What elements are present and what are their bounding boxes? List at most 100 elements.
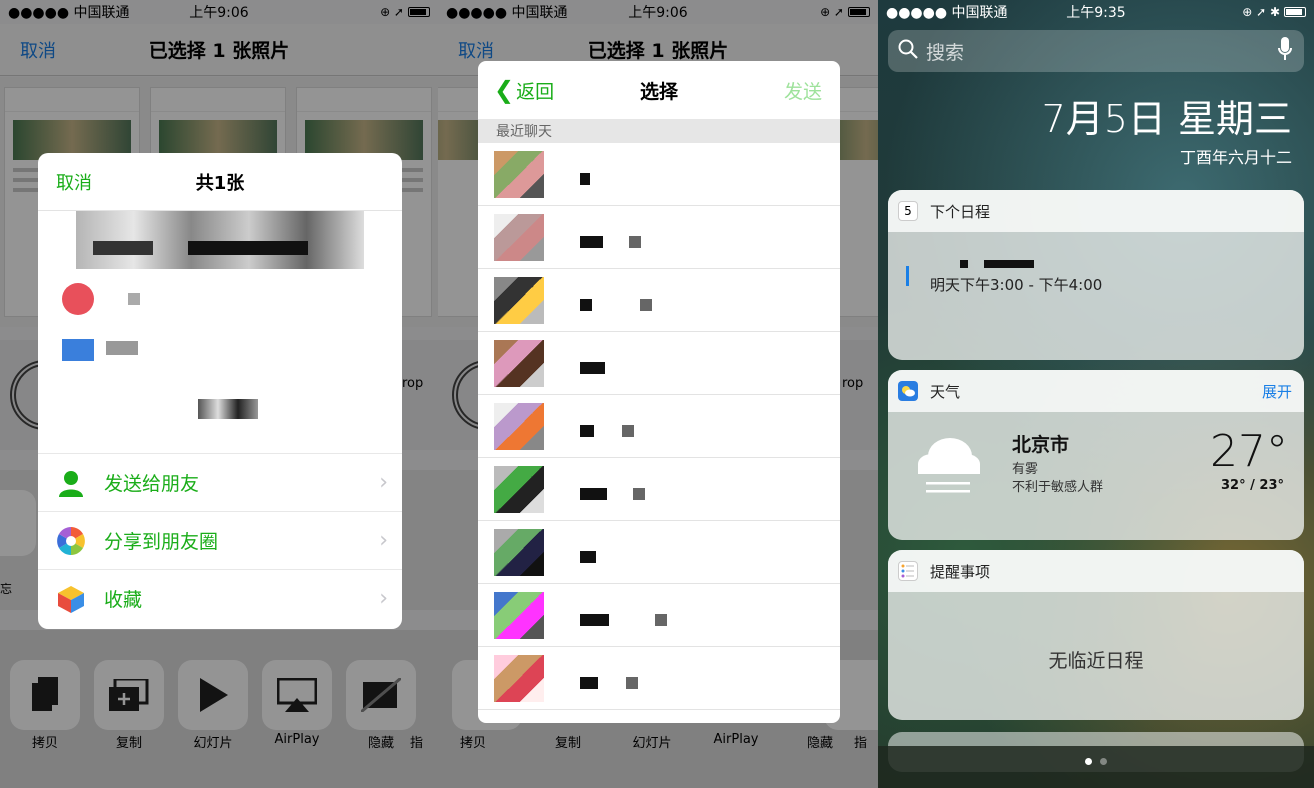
blurred-text	[128, 293, 140, 305]
chevron-right-icon: ›	[379, 470, 388, 495]
select-chat-modal: ❮ 返回 选择 发送 最近聊天	[478, 61, 840, 723]
event-time: 明天下午3:00 - 下午4:00	[930, 276, 1103, 294]
page-dot	[1085, 758, 1092, 765]
blurred-name	[580, 299, 592, 311]
send-to-friend-option[interactable]: 发送给朋友 ›	[38, 453, 402, 511]
search-field[interactable]: 搜索	[888, 30, 1304, 72]
select-chat-screen: 取消 已选择 1 张照片 rop 拷贝 复制 幻灯片 AirPlay 隐藏 指 …	[438, 0, 878, 788]
sheet-count-title: 共1张	[195, 172, 245, 194]
chat-row[interactable]	[478, 458, 840, 521]
modal-header: ❮ 返回 选择 发送	[478, 61, 840, 119]
status-time: 上午9:06	[189, 5, 249, 21]
preview-image	[76, 211, 364, 269]
status-bar: ●●●●● 中国联通 上午9:06 ⊕ ➚	[438, 0, 878, 24]
widget-header: 提醒事项	[888, 550, 1304, 592]
blurred-name	[633, 488, 645, 500]
battery-icon	[1284, 7, 1306, 17]
app-avatar-icon	[62, 339, 94, 361]
blurred-name	[580, 173, 590, 185]
preview-image	[188, 241, 308, 255]
status-time: 上午9:06	[628, 5, 688, 21]
search-placeholder: 搜索	[926, 41, 965, 64]
chat-row[interactable]	[478, 143, 840, 206]
chat-list	[478, 143, 840, 710]
blurred-name	[626, 677, 638, 689]
contact-avatar	[494, 655, 544, 702]
contact-avatar	[494, 592, 544, 639]
moments-icon	[56, 526, 86, 556]
option-label: 收藏	[104, 589, 143, 611]
blurred-name	[640, 299, 652, 311]
app-avatar-icon	[62, 283, 94, 315]
blurred-name	[655, 614, 667, 626]
air-quality-label: 不利于敏感人群	[1012, 480, 1104, 495]
sheet-cancel-button[interactable]: 取消	[56, 169, 92, 195]
back-button[interactable]: ❮ 返回	[494, 76, 554, 104]
bottom-bar	[878, 746, 1314, 788]
widget-header: 天气 展开	[888, 370, 1304, 412]
blurred-text	[984, 260, 1034, 268]
widget-title: 天气	[930, 382, 961, 401]
contact-avatar	[494, 151, 544, 198]
chevron-right-icon: ›	[379, 528, 388, 553]
blurred-text	[960, 260, 968, 268]
wechat-share-sheet: 取消 共1张 发送给朋友 › 分享到朋友圈 › 收藏 ›	[38, 153, 402, 629]
event-color-bar	[906, 266, 909, 286]
favorite-icon	[56, 584, 86, 614]
chat-row[interactable]	[478, 647, 840, 710]
city-label: 北京市	[1012, 434, 1070, 456]
chat-row[interactable]	[478, 521, 840, 584]
status-bar: ●●●●● 中国联通 上午9:06 ⊕ ➚	[0, 0, 438, 24]
favorite-option[interactable]: 收藏 ›	[38, 569, 402, 627]
page-indicator[interactable]	[878, 758, 1314, 765]
share-moments-option[interactable]: 分享到朋友圈 ›	[38, 511, 402, 569]
chat-row[interactable]	[478, 269, 840, 332]
option-label: 发送给朋友	[104, 473, 200, 495]
option-label: 分享到朋友圈	[104, 531, 219, 553]
battery-icon	[408, 7, 430, 17]
reminders-icon	[898, 561, 918, 581]
microphone-icon[interactable]	[1278, 36, 1292, 66]
chat-row[interactable]	[478, 332, 840, 395]
weather-icon	[898, 381, 918, 401]
battery-icon	[848, 7, 870, 17]
empty-reminders-label: 无临近日程	[1048, 650, 1144, 672]
fog-icon	[916, 428, 982, 502]
calendar-widget[interactable]: 5 下个日程 明天下午3:00 - 下午4:00	[888, 190, 1304, 360]
status-time: 上午9:35	[1066, 5, 1126, 21]
status-bar: ●●●●● 中国联通 上午9:35 ⊕ ➚ ✱	[878, 0, 1314, 24]
back-label: 返回	[516, 80, 555, 103]
expand-button[interactable]: 展开	[1262, 381, 1292, 402]
contact-avatar	[494, 466, 544, 513]
lunar-date-label: 丁酉年六月十二	[1179, 148, 1292, 167]
chat-row[interactable]	[478, 584, 840, 647]
sheet-header: 取消 共1张	[38, 153, 402, 211]
chevron-left-icon: ❮	[494, 76, 515, 104]
blurred-name	[580, 488, 607, 500]
blurred-name	[622, 425, 634, 437]
notification-center-screen: ●●●●● 中国联通 上午9:35 ⊕ ➚ ✱ 搜索 7月5日 星期三 丁酉年六…	[878, 0, 1314, 788]
contact-avatar	[494, 214, 544, 261]
widget-title: 下个日程	[930, 202, 991, 221]
blurred-text	[198, 399, 258, 419]
share-sheet-screen: 取消 已选择 1 张照片 rop 忘 拷贝 复制 幻灯片 AirPlay 隐藏 …	[0, 0, 438, 788]
widget-header: 5 下个日程	[888, 190, 1304, 232]
friend-icon	[56, 468, 86, 498]
contact-avatar	[494, 529, 544, 576]
condition-label: 有雾	[1012, 462, 1039, 477]
chat-row[interactable]	[478, 395, 840, 458]
blurred-name	[580, 551, 596, 563]
reminders-widget[interactable]: 提醒事项 无临近日程	[888, 550, 1304, 720]
date-label: 7月5日 星期三	[1041, 97, 1292, 141]
chat-row[interactable]	[478, 206, 840, 269]
preview-image	[93, 241, 153, 255]
contact-avatar	[494, 277, 544, 324]
weather-widget[interactable]: 天气 展开 北京市 有雾 不利于敏感人群 27° 32° / 23°	[888, 370, 1304, 540]
send-button[interactable]: 发送	[784, 77, 822, 104]
blurred-text	[106, 341, 138, 355]
calendar-icon: 5	[898, 201, 918, 221]
contact-avatar	[494, 340, 544, 387]
search-icon	[898, 39, 918, 64]
page-dot	[1100, 758, 1107, 765]
blurred-name	[629, 236, 641, 248]
